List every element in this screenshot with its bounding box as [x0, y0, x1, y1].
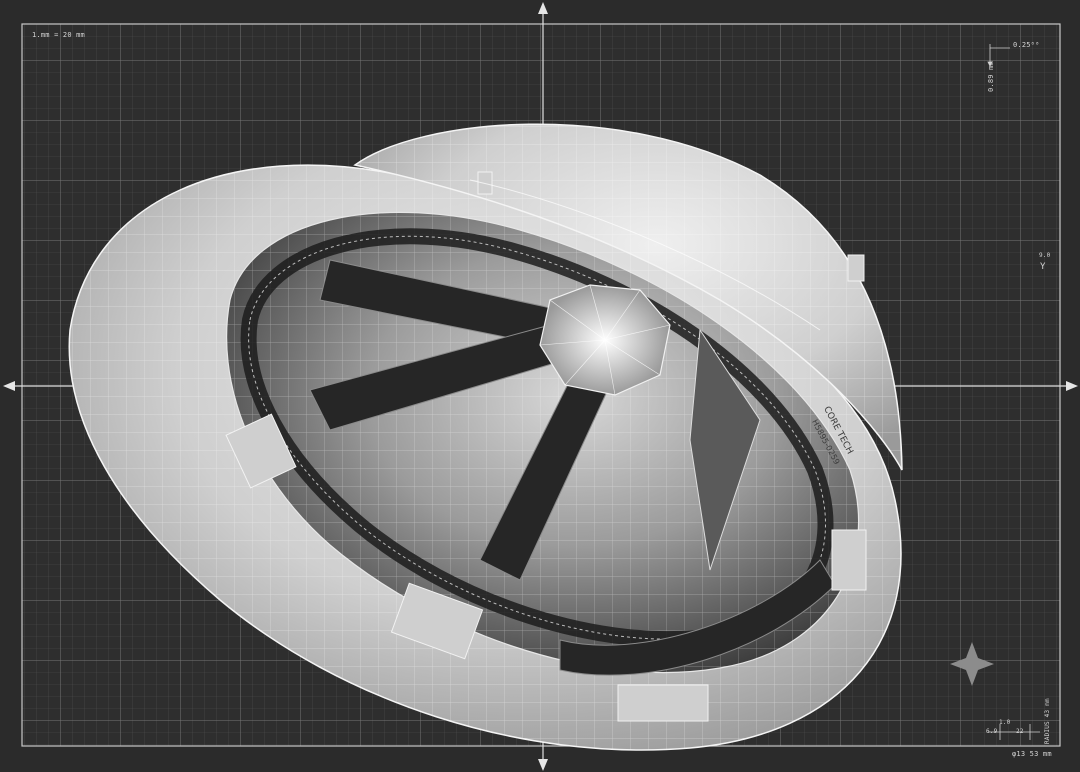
axis-marker-small: 9.0: [1039, 252, 1051, 259]
dimension-top-label: 0.25⁰⁰: [1013, 41, 1040, 49]
bottom-dim-vertical: RADIUS 43 mm: [1044, 698, 1051, 744]
dimension-vertical-label: 0.89 mm: [987, 61, 995, 92]
blueprint-canvas: [3, 2, 1078, 771]
scale-label: 1.mm = 20 mm: [32, 31, 85, 39]
bottom-dim-small: 1.0: [999, 719, 1011, 726]
footer-dim-label: φ13 53 mm: [1012, 750, 1052, 758]
axis-marker-label: Y: [1040, 262, 1046, 272]
bottom-dim-left: 6.9: [986, 728, 998, 735]
bottom-dim-right: 22: [1016, 728, 1024, 735]
